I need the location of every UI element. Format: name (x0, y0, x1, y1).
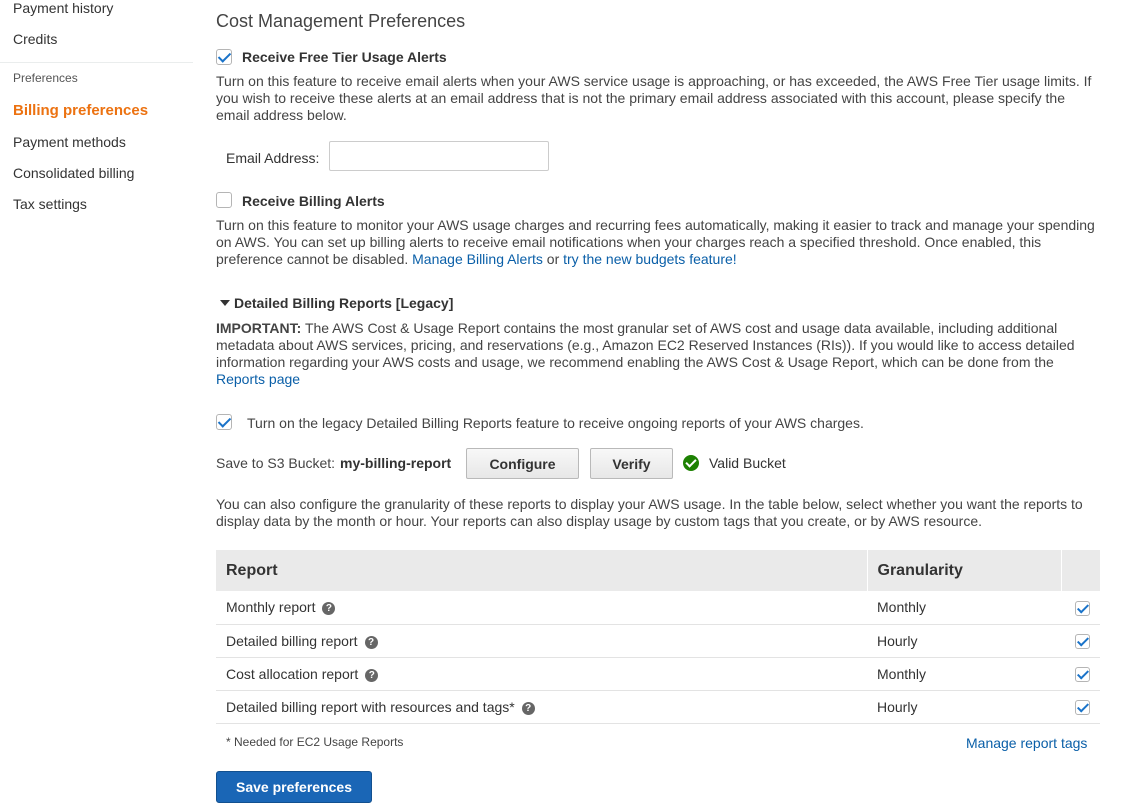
sidebar-item-billing-preferences[interactable]: Billing preferences (13, 102, 148, 119)
report-name: Detailed billing report (226, 632, 358, 649)
table-row: Monthly report? Monthly (216, 591, 1100, 625)
table-row: Detailed billing report with resources a… (216, 690, 1100, 724)
caret-down-icon[interactable] (220, 300, 230, 306)
report-name-cell: Detailed billing report with resources a… (216, 690, 867, 724)
granularity-cell: Monthly (867, 657, 1061, 691)
verify-button[interactable]: Verify (590, 448, 673, 479)
check-circle-icon (683, 455, 699, 471)
help-icon[interactable]: ? (364, 635, 378, 649)
sidebar-item-tax-settings[interactable]: Tax settings (13, 196, 87, 212)
report-name-cell: Detailed billing report? (216, 624, 867, 658)
manage-report-tags-link[interactable]: Manage report tags (966, 735, 1087, 751)
report-name: Detailed billing report with resources a… (226, 698, 515, 715)
help-icon[interactable]: ? (322, 602, 336, 616)
important-text: The AWS Cost & Usage Report contains the… (216, 320, 1075, 370)
free-tier-alerts-label: Receive Free Tier Usage Alerts (242, 49, 447, 65)
report-name-cell: Cost allocation report? (216, 657, 867, 691)
report-table: Report Granularity Monthly report? Month… (216, 550, 1100, 724)
s3-bucket-name: my-billing-report (340, 455, 452, 471)
save-preferences-button[interactable]: Save preferences (216, 771, 372, 803)
granularity-column-header: Granularity (867, 550, 1062, 591)
legacy-dbr-label: Turn on the legacy Detailed Billing Repo… (247, 415, 864, 431)
sidebar-item-payment-history[interactable]: Payment history (13, 0, 113, 16)
footnote: * Needed for EC2 Usage Reports (226, 735, 404, 749)
sidebar-divider (0, 62, 193, 63)
sidebar: Payment history Credits Preferences Bill… (0, 0, 193, 804)
email-address-input[interactable] (329, 141, 549, 171)
manage-billing-alerts-link[interactable]: Manage Billing Alerts (412, 251, 543, 267)
page-title: Cost Management Preferences (216, 11, 466, 31)
report-enabled-checkbox[interactable] (1075, 600, 1090, 616)
report-enabled-checkbox[interactable] (1075, 633, 1090, 649)
important-notice: IMPORTANT: The AWS Cost & Usage Report c… (216, 320, 1100, 388)
detailed-billing-heading[interactable]: Detailed Billing Reports [Legacy] (234, 295, 453, 311)
report-enabled-checkbox[interactable] (1075, 699, 1090, 715)
free-tier-alerts-checkbox[interactable] (216, 49, 232, 65)
budgets-feature-link[interactable]: try the new budgets feature! (563, 251, 737, 267)
legacy-dbr-checkbox[interactable] (216, 414, 232, 430)
report-enabled-checkbox[interactable] (1075, 666, 1090, 682)
email-address-label: Email Address: (226, 150, 320, 166)
s3-bucket-label: Save to S3 Bucket: (216, 455, 336, 471)
billing-alerts-description: Turn on this feature to monitor your AWS… (216, 217, 1100, 268)
table-row: Cost allocation report? Monthly (216, 657, 1100, 691)
help-icon[interactable]: ? (521, 701, 535, 715)
table-row: Detailed billing report? Hourly (216, 624, 1100, 658)
billing-alerts-checkbox[interactable] (216, 192, 232, 208)
help-icon[interactable]: ? (365, 668, 379, 682)
report-column-header: Report (216, 550, 868, 591)
report-name-cell: Monthly report? (216, 591, 867, 625)
sidebar-item-payment-methods[interactable]: Payment methods (13, 134, 126, 150)
granularity-cell: Hourly (867, 624, 1061, 658)
important-label: IMPORTANT: (216, 320, 302, 336)
granularity-description: You can also configure the granularity o… (216, 496, 1083, 529)
configure-button[interactable]: Configure (466, 448, 579, 479)
or-text: or (546, 251, 560, 267)
reports-page-link[interactable]: Reports page (216, 371, 300, 387)
free-tier-description: Turn on this feature to receive email al… (216, 73, 1092, 123)
sidebar-section-preferences: Preferences (13, 71, 78, 85)
select-column-header (1061, 550, 1100, 591)
report-name: Monthly report (226, 599, 316, 616)
sidebar-item-consolidated-billing[interactable]: Consolidated billing (13, 165, 134, 181)
main-content: Cost Management Preferences Receive Free… (216, 0, 1106, 804)
billing-alerts-label: Receive Billing Alerts (242, 193, 385, 209)
valid-bucket-status: Valid Bucket (709, 455, 786, 471)
granularity-cell: Monthly (867, 591, 1061, 625)
sidebar-item-credits[interactable]: Credits (13, 31, 57, 47)
granularity-cell: Hourly (867, 690, 1061, 724)
report-name: Cost allocation report (226, 665, 359, 682)
table-header-row: Report Granularity (216, 550, 1100, 591)
